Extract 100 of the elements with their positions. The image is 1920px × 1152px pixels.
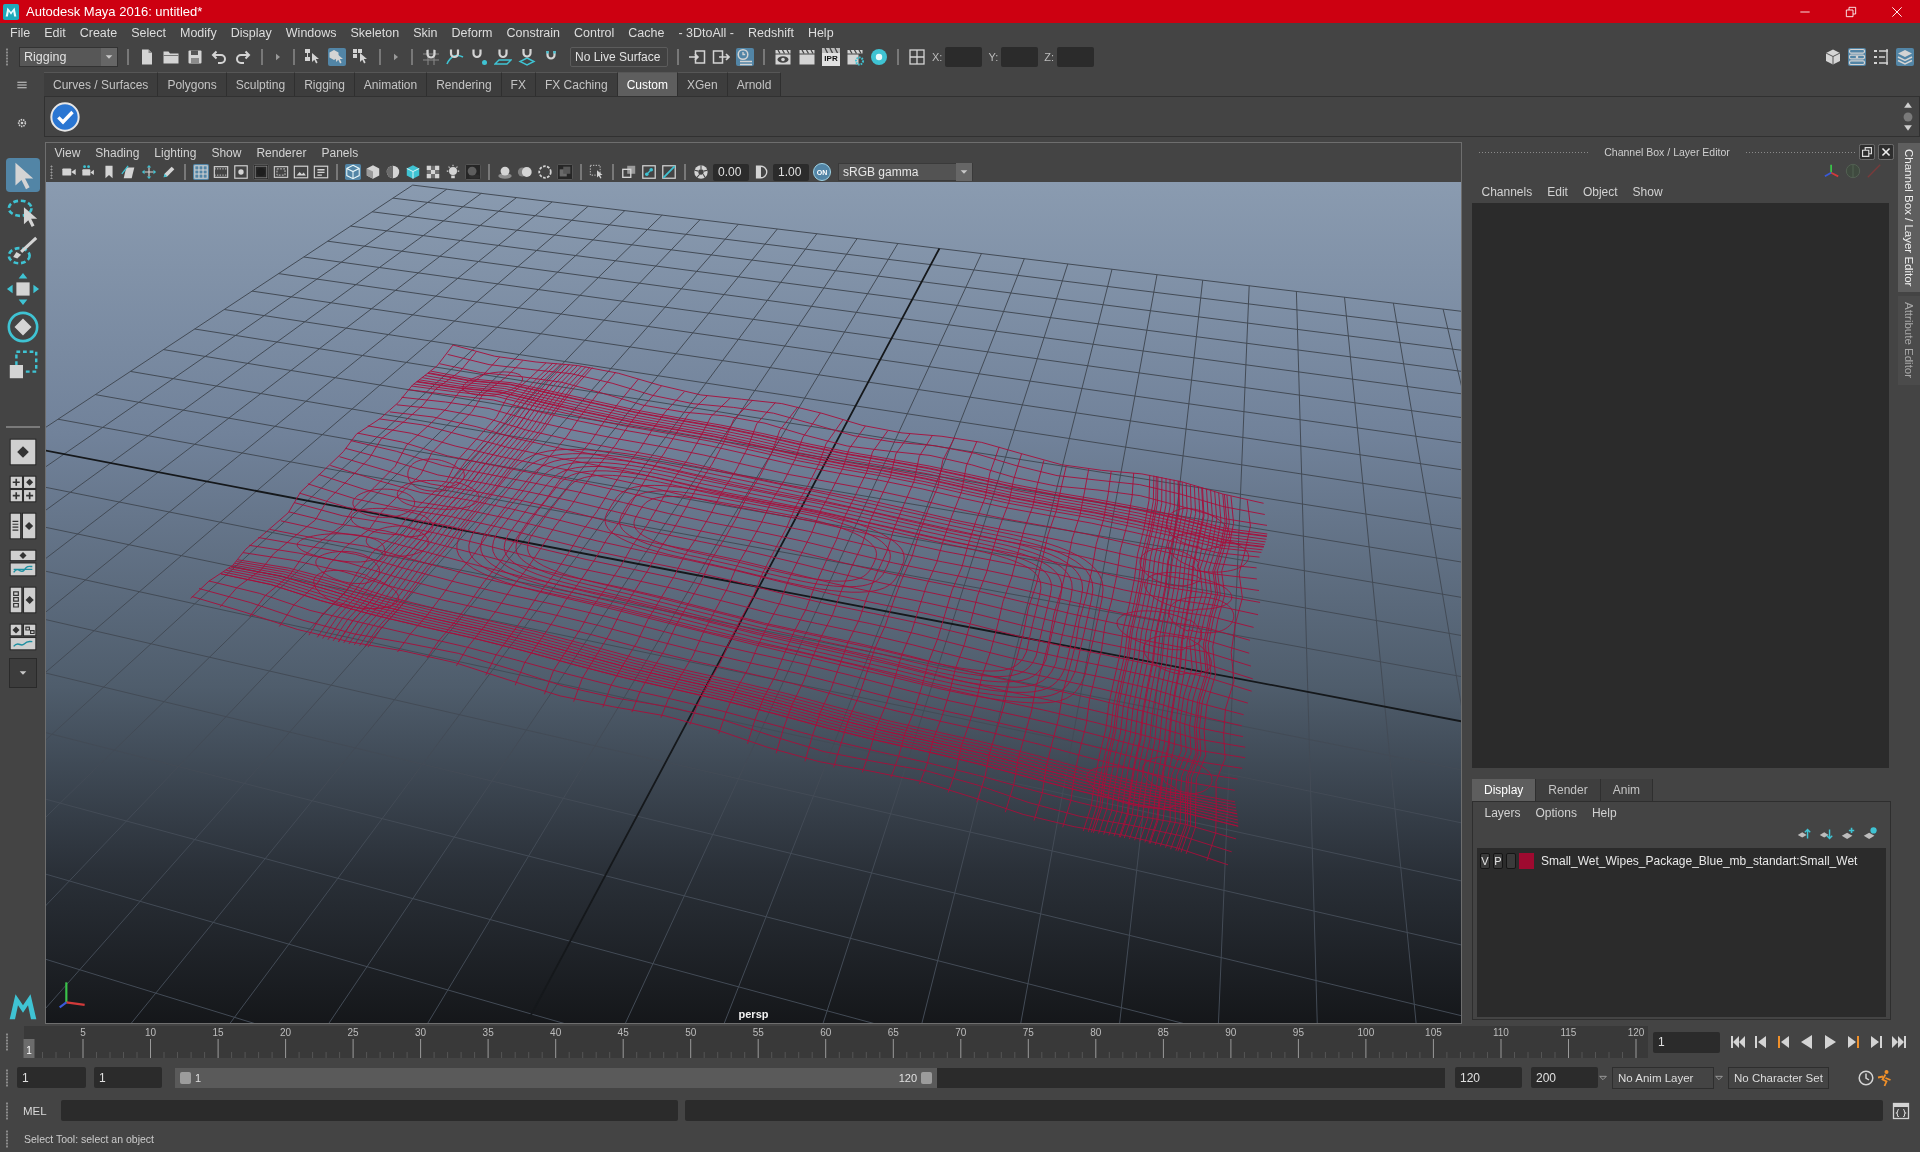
dotted-square-cursor-icon[interactable] [589,164,605,180]
range-slider-fill[interactable] [175,1067,937,1088]
command-input-field[interactable] [60,1100,678,1121]
skip-end-icon[interactable] [1890,1033,1908,1051]
pencil-icon[interactable] [161,164,177,180]
solid-cube-icon[interactable] [365,164,381,180]
layer-editor-menu[interactable]: Options [1528,806,1585,820]
clapper-icon[interactable] [798,48,816,66]
magnet-point-icon[interactable] [470,48,488,66]
restore-icon[interactable] [1845,5,1857,18]
wire-shaded-cube-icon[interactable] [405,164,421,180]
menu-item[interactable]: Create [72,23,125,44]
output-arrow-icon[interactable] [712,48,730,66]
menu-item[interactable]: Cache [621,23,672,44]
gamma-field[interactable]: 1.00 [773,163,809,181]
shelf-tab[interactable]: XGen [677,72,728,96]
frame-mountain-icon[interactable] [293,164,309,180]
wireframe-cube-icon[interactable] [345,164,361,180]
shelf-tab[interactable]: FX [501,72,536,96]
playback-start-field[interactable]: 1 [94,1067,162,1088]
character-set-dropdown[interactable]: No Character Set [1728,1066,1829,1089]
sphere-icon[interactable] [870,48,888,66]
menu-item[interactable]: Skeleton [343,23,407,44]
half-shaded-sphere-icon[interactable] [385,164,401,180]
two-pane-icon[interactable] [8,512,37,540]
channel-box-menu[interactable]: Edit [1539,185,1576,199]
single-pane-icon[interactable] [8,438,37,466]
panel-menu-item[interactable]: Show [203,145,249,160]
crosshair-square-icon[interactable] [908,48,926,66]
dashed-circle-icon[interactable] [537,164,553,180]
exposure-field[interactable]: 0.00 [713,163,749,181]
menu-item[interactable]: File [3,23,38,44]
axes-icon[interactable] [1824,163,1840,179]
dots-pane-icon[interactable] [8,586,37,614]
dashed-frame-icon[interactable] [273,164,289,180]
layer-editor-menu[interactable]: Help [1584,806,1625,820]
light-bulb-icon[interactable] [445,164,461,180]
channel-box-menu[interactable]: Object [1575,185,1626,199]
scroll-dot-icon[interactable] [1903,111,1913,122]
scroll-up-icon[interactable] [1903,100,1913,110]
move-arrows-icon[interactable] [5,272,40,306]
current-frame-field[interactable]: 1 [1653,1031,1720,1053]
shelf-tab[interactable]: Rendering [427,72,502,96]
gear-icon[interactable] [16,117,28,129]
shelf-tab[interactable]: FX Caching [535,72,618,96]
coordinate-field[interactable] [945,47,983,67]
menu-set-dropdown[interactable]: Rigging [19,47,118,67]
menu-item[interactable]: Select [124,23,173,44]
animation-end-field[interactable]: 200 [1531,1067,1598,1088]
input-arrow-icon[interactable] [688,48,706,66]
grip-handle[interactable] [5,1130,9,1148]
menu-item[interactable]: Constrain [499,23,567,44]
eye-clapper-icon[interactable] [774,48,792,66]
diamond-curve-icon[interactable] [8,549,37,577]
menu-item[interactable]: Skin [406,23,445,44]
grip-handle[interactable] [5,1033,9,1051]
shelf-tab[interactable]: Sculpting [226,72,296,96]
magnet-plane-icon[interactable] [494,48,512,66]
view-transform-dropdown[interactable]: sRGB gamma [838,163,973,181]
close-icon[interactable] [1878,144,1894,160]
playback-toggle[interactable]: P [1493,853,1503,869]
menu-item[interactable]: Modify [173,23,224,44]
magnet-curve-icon[interactable] [446,48,464,66]
script-editor-icon[interactable] [1892,1101,1911,1120]
four-pane-icon[interactable] [8,475,37,503]
menu-item[interactable]: Display [223,23,279,44]
panel-grip[interactable] [1478,150,1590,154]
sphere-disk-icon[interactable] [497,164,513,180]
grid-icon[interactable] [193,164,209,180]
shelf-tab[interactable]: Arnold [727,72,782,96]
channel-box-menu[interactable]: Channels [1474,185,1540,199]
panel-menu-item[interactable]: Lighting [146,145,204,160]
film-frame-icon[interactable] [213,164,229,180]
playback-end-field[interactable]: 120 [1455,1067,1522,1088]
side-tab[interactable]: Attribute Editor [1898,296,1920,385]
range-handle[interactable] [180,1071,191,1084]
square-diagonal-icon[interactable] [661,164,677,180]
panel-grip[interactable] [1744,150,1856,154]
shelf-tab[interactable]: Animation [354,72,428,96]
menu-item[interactable]: Deform [444,23,500,44]
overlapping-squares-icon[interactable] [621,164,637,180]
reference-toggle[interactable] [1506,853,1516,869]
pan-arrows-icon[interactable] [141,164,157,180]
animation-start-field[interactable]: 1 [17,1067,86,1088]
current-frame-marker[interactable]: 1 [23,1039,35,1058]
anim-layer-dropdown[interactable]: No Anim Layer [1612,1066,1714,1089]
blurred-spheres-icon[interactable] [517,164,533,180]
slanted-plane-icon[interactable] [121,164,137,180]
clock-list-icon[interactable] [736,48,754,66]
layer-name[interactable]: Small_Wet_Wipes_Package_Blue_mb_standart:Small_Wet [1541,854,1858,868]
channel-box-menu[interactable]: Show [1625,185,1671,199]
clock-icon[interactable] [1856,1068,1875,1087]
aperture-icon[interactable] [693,164,709,180]
visibility-toggle[interactable]: V [1480,853,1490,869]
clapper-gear-icon[interactable] [846,48,864,66]
list-panel-icon[interactable] [1872,48,1890,66]
layer-dot-icon[interactable] [1862,826,1878,842]
shelf-tab[interactable]: Curves / Surfaces [44,72,159,96]
float-window-icon[interactable] [1859,144,1875,160]
frame-lines-icon[interactable] [313,164,329,180]
